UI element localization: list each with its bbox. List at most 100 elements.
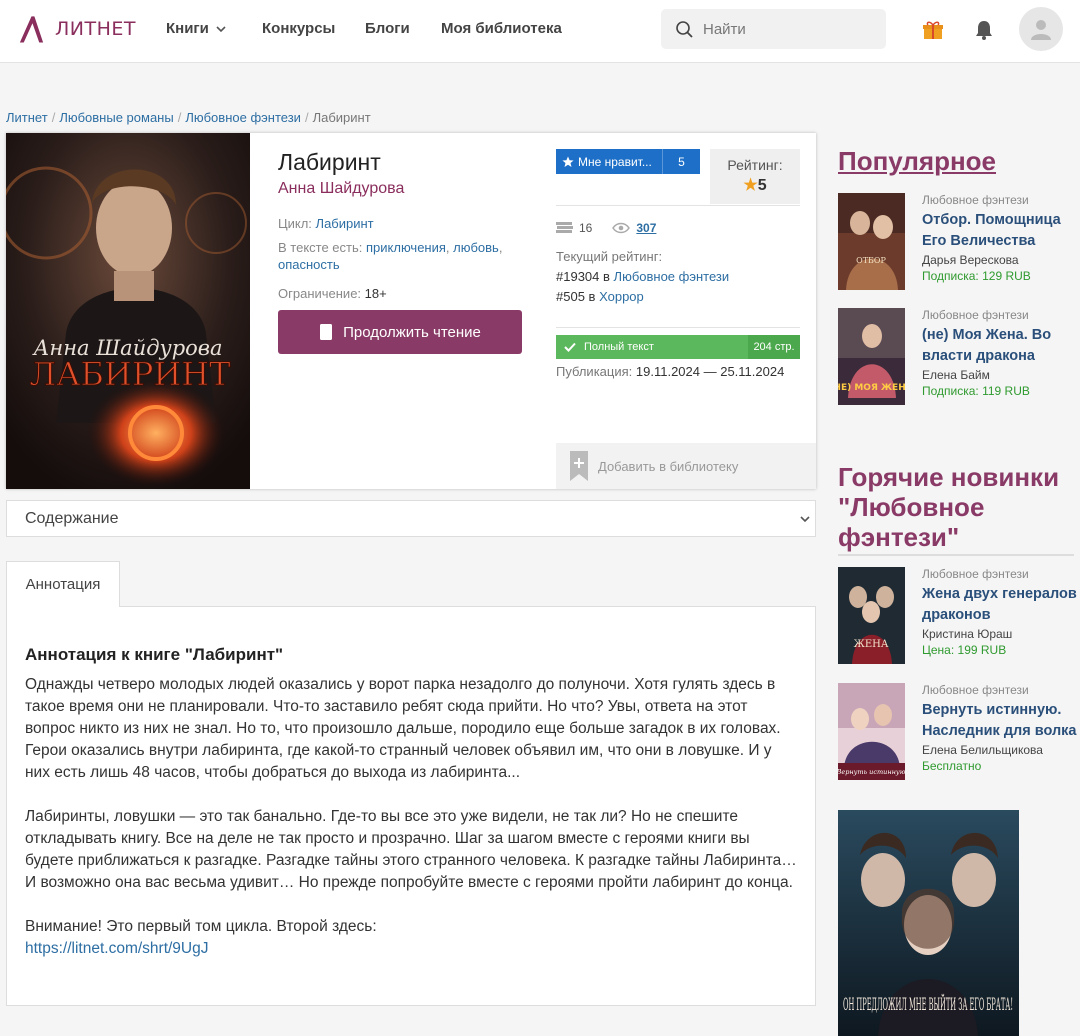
divider xyxy=(556,205,800,206)
chevron-down-icon xyxy=(216,25,226,32)
item-genre: Любовное фэнтези xyxy=(922,683,1029,697)
item-title[interactable]: Жена двух генералов драконов xyxy=(922,584,1078,626)
item-title[interactable]: (не) Моя Жена. Во власти дракона xyxy=(922,325,1078,367)
like-button[interactable]: Мне нравит... 5 xyxy=(556,149,700,174)
avatar[interactable] xyxy=(1019,7,1063,51)
item-title[interactable]: Отбор. Помощница Его Величества xyxy=(922,210,1078,252)
rank-row-2: #505 в Хоррор xyxy=(556,287,729,307)
site-logo[interactable]: ЛИТНЕТ xyxy=(16,12,136,46)
book-thumbnail[interactable]: ОТБОР xyxy=(838,193,905,290)
rank-row-1: #19304 в Любовное фэнтези xyxy=(556,267,729,287)
continue-reading-button[interactable]: Продолжить чтение xyxy=(278,310,522,354)
nav-books[interactable]: Книги xyxy=(166,20,227,37)
item-author[interactable]: Елена Байм xyxy=(922,368,1078,382)
list-item-text: Любовное фэнтези (не) Моя Жена. Во власт… xyxy=(922,308,1078,398)
restriction-label: Ограничение: xyxy=(278,286,362,301)
book-thumbnail[interactable]: ЖЕНА xyxy=(838,567,905,664)
nav-my-library[interactable]: Моя библиотека xyxy=(441,20,562,37)
thumbnail-text: ОТБОР xyxy=(856,256,886,265)
logo-icon xyxy=(19,16,44,43)
list-item[interactable]: ОТБОР Любовное фэнтези Отбор. Помощница … xyxy=(838,193,1078,291)
annotation-note-text: Внимание! Это первый том цикла. Второй з… xyxy=(25,918,377,935)
item-title[interactable]: Вернуть истинную. Наследник для волка xyxy=(922,700,1078,742)
item-author[interactable]: Дарья Верескова xyxy=(922,253,1078,267)
current-rating: Текущий рейтинг: #19304 в Любовное фэнте… xyxy=(556,247,729,307)
ad-banner[interactable]: ОН ПРЕДЛОЖИЛ МНЕ ВЫЙТИ ЗА ЕГО БРАТА! xyxy=(838,810,1019,1036)
contents-select[interactable]: Содержание xyxy=(6,500,816,537)
stat-views[interactable]: 307 xyxy=(636,221,656,235)
tab-annotation[interactable]: Аннотация xyxy=(6,561,120,607)
contents-label: Содержание xyxy=(25,509,119,527)
annotation-heading: Аннотация к книге "Лабиринт" xyxy=(25,645,284,664)
rating-value: 5 xyxy=(757,177,767,194)
list-item-text: Любовное фэнтези Отбор. Помощница Его Ве… xyxy=(922,193,1078,283)
nav-blogs[interactable]: Блоги xyxy=(365,20,410,37)
item-price: Подписка: 129 RUB xyxy=(922,269,1031,283)
list-item-text: Любовное фэнтези Вернуть истинную. Насле… xyxy=(922,683,1078,773)
item-author[interactable]: Елена Белильщикова xyxy=(922,743,1078,757)
bell-icon[interactable] xyxy=(973,19,995,41)
list-item[interactable]: Вернуть истинную Любовное фэнтези Вернут… xyxy=(838,683,1078,781)
publication-value: 19.11.2024 — 25.11.2024 xyxy=(635,364,785,379)
list-item[interactable]: (НЕ) МОЯ ЖЕНА Любовное фэнтези (не) Моя … xyxy=(838,308,1078,406)
breadcrumb-separator: / xyxy=(51,110,56,125)
book-thumbnail[interactable]: (НЕ) МОЯ ЖЕНА xyxy=(838,308,905,405)
book-icon xyxy=(320,324,333,340)
thumbnail-text: ЖЕНА xyxy=(854,639,889,650)
rank-position: #505 в xyxy=(556,289,596,304)
search-input[interactable] xyxy=(703,20,873,38)
hot-new-heading[interactable]: Горячие новинки "Любовное фэнтези" xyxy=(838,462,1080,552)
full-text-label: Полный текст xyxy=(584,341,654,353)
nav-books-label: Книги xyxy=(166,20,209,37)
divider xyxy=(838,554,1074,556)
gift-icon[interactable] xyxy=(922,19,944,41)
continue-reading-label: Продолжить чтение xyxy=(343,323,481,341)
rating-label: Рейтинг: xyxy=(727,157,783,173)
like-button-label: Мне нравит... xyxy=(556,149,663,174)
add-to-library-label: Добавить в библиотеку xyxy=(598,458,739,474)
rank-genre-link[interactable]: Любовное фэнтези xyxy=(614,269,730,284)
tag-link[interactable]: опасность xyxy=(278,257,340,272)
list-item[interactable]: ЖЕНА Любовное фэнтези Жена двух генерало… xyxy=(838,567,1078,665)
publication-label: Публикация: xyxy=(556,364,633,379)
tag-link[interactable]: приключения xyxy=(366,240,446,255)
popular-heading[interactable]: Популярное xyxy=(838,146,996,176)
cycle-label: Цикл: xyxy=(278,216,312,231)
item-author[interactable]: Кристина Юраш xyxy=(922,627,1078,641)
tags-label: В тексте есть: xyxy=(278,240,363,255)
thumbnail-art: Вернуть истинную xyxy=(838,683,905,780)
annotation-paragraph: Однажды четверо молодых людей оказались … xyxy=(25,676,781,781)
check-icon xyxy=(564,342,576,352)
nav-contests[interactable]: Конкурсы xyxy=(262,20,335,37)
page-count: 204 стр. xyxy=(748,335,800,359)
publication-dates: Публикация: 19.11.2024 — 25.11.2024 xyxy=(556,364,784,379)
search-box[interactable] xyxy=(661,9,886,49)
tag-link[interactable]: любовь xyxy=(453,240,499,255)
thumbnail-text: Вернуть истинную xyxy=(838,768,905,776)
book-thumbnail[interactable]: Вернуть истинную xyxy=(838,683,905,780)
restriction-value: 18+ xyxy=(364,286,387,301)
annotation-paragraph: Лабиринты, ловушки — это так банально. Г… xyxy=(25,808,797,891)
annotation-note: Внимание! Это первый том цикла. Второй з… xyxy=(25,916,797,960)
item-genre: Любовное фэнтези xyxy=(922,193,1029,207)
current-rating-label: Текущий рейтинг: xyxy=(556,249,663,264)
rank-genre-link[interactable]: Хоррор xyxy=(599,289,644,304)
full-text-bar: Полный текст 204 стр. xyxy=(556,335,800,359)
rating-value-row: ★5 xyxy=(710,175,800,195)
book-author[interactable]: Анна Шайдурова xyxy=(278,180,538,198)
book-cover[interactable]: Анна Шайдурова ЛАБИРИНТ xyxy=(6,133,250,489)
list-item-text: Любовное фэнтези Жена двух генералов дра… xyxy=(922,567,1078,657)
add-to-library-button[interactable]: Добавить в библиотеку xyxy=(556,443,816,489)
breadcrumb-fantasy[interactable]: Любовное фэнтези xyxy=(185,110,301,125)
bookmark-add-icon xyxy=(570,451,588,481)
breadcrumb: Литнет / Любовные романы / Любовное фэнтези /… xyxy=(6,110,371,125)
breadcrumb-current: Лабиринт xyxy=(312,110,371,125)
book-restriction: Ограничение: 18+ xyxy=(278,285,538,302)
item-price: Цена: 199 RUB xyxy=(922,643,1007,657)
cycle-link[interactable]: Лабиринт xyxy=(316,216,374,231)
breadcrumb-romance[interactable]: Любовные романы xyxy=(59,110,173,125)
sequel-link[interactable]: https://litnet.com/shrt/9UgJ xyxy=(25,940,209,957)
breadcrumb-litnet[interactable]: Литнет xyxy=(6,110,48,125)
book-cover-art: Анна Шайдурова ЛАБИРИНТ xyxy=(6,133,250,489)
eye-icon xyxy=(612,222,631,234)
